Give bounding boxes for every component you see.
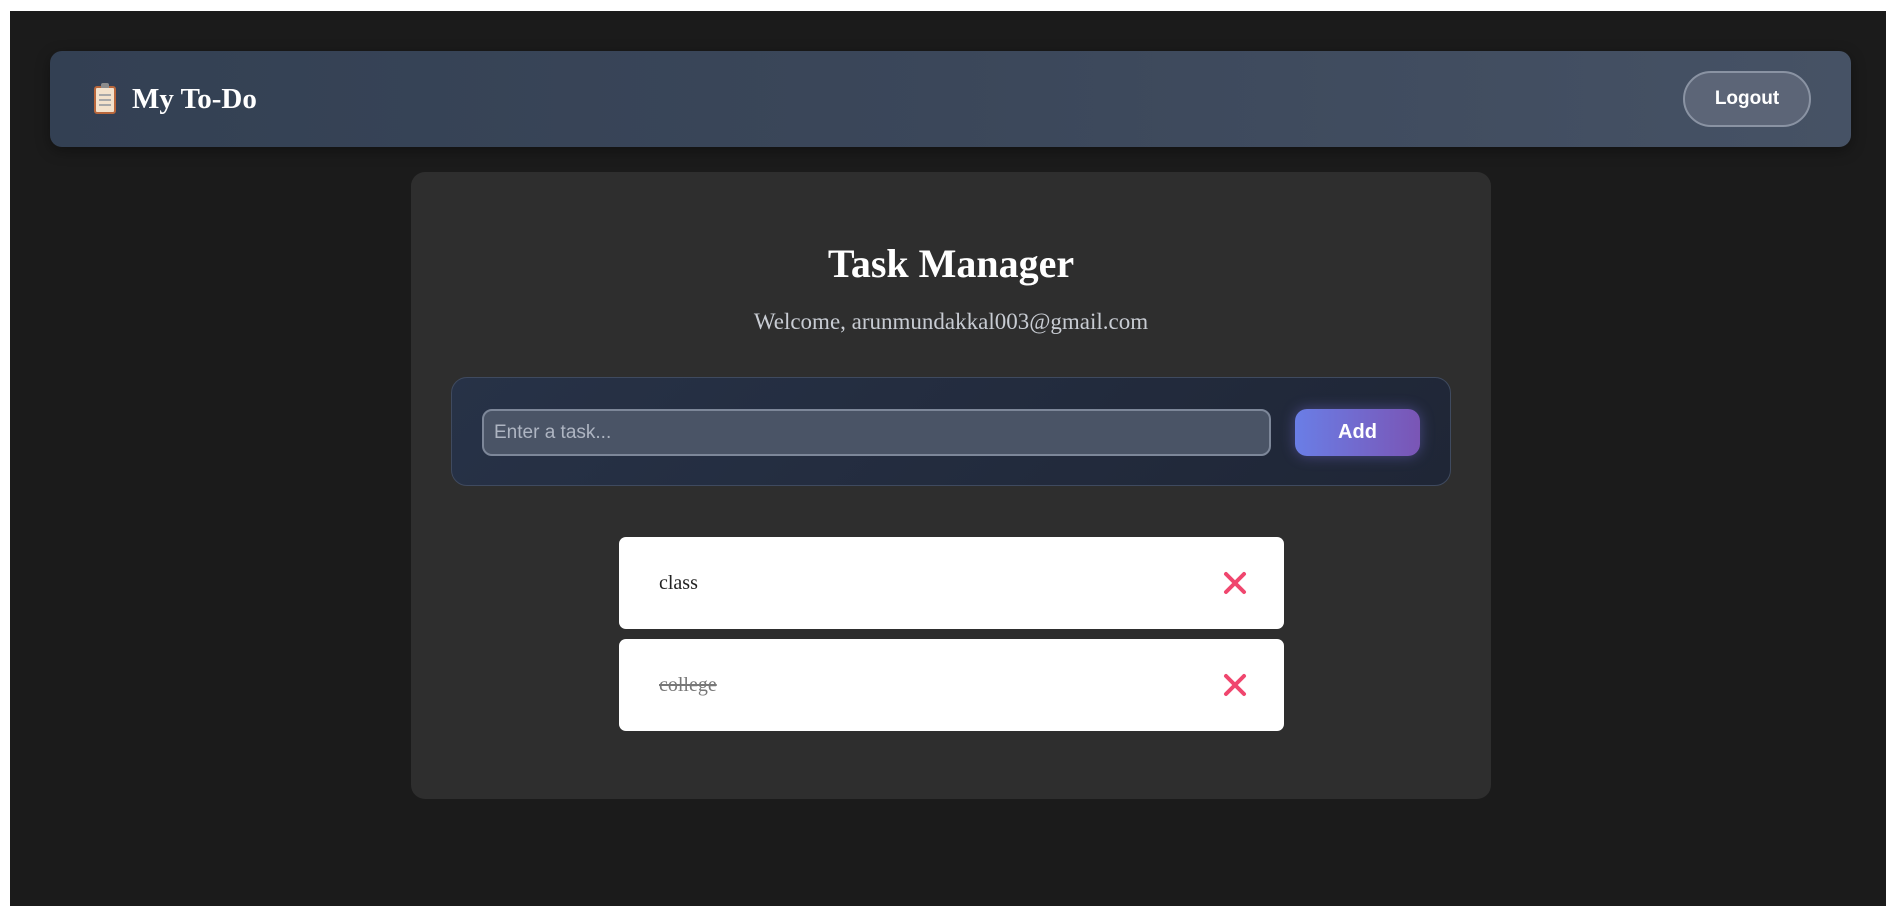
task-item[interactable]: class <box>619 537 1284 629</box>
task-input[interactable] <box>482 409 1271 456</box>
page-title: Task Manager <box>827 241 1075 286</box>
task-text[interactable]: class <box>659 571 698 595</box>
app-background: My To-Do Logout Task Manager Welcome, ar… <box>10 11 1886 906</box>
task-manager-card: Task Manager Welcome, arunmundakkal003@g… <box>411 172 1491 799</box>
task-input-panel: Add <box>451 377 1451 486</box>
task-item[interactable]: college <box>619 639 1284 731</box>
welcome-message: Welcome, arunmundakkal003@gmail.com <box>753 309 1149 334</box>
add-task-button[interactable]: Add <box>1295 409 1420 456</box>
brand: My To-Do <box>94 82 257 116</box>
task-text-completed[interactable]: college <box>659 673 717 697</box>
close-icon[interactable] <box>1221 569 1249 597</box>
task-list: class college <box>619 537 1284 741</box>
logout-button[interactable]: Logout <box>1683 71 1811 127</box>
close-icon[interactable] <box>1221 671 1249 699</box>
navbar: My To-Do Logout <box>50 51 1851 147</box>
app-title: My To-Do <box>132 83 257 115</box>
clipboard-icon <box>94 82 116 114</box>
